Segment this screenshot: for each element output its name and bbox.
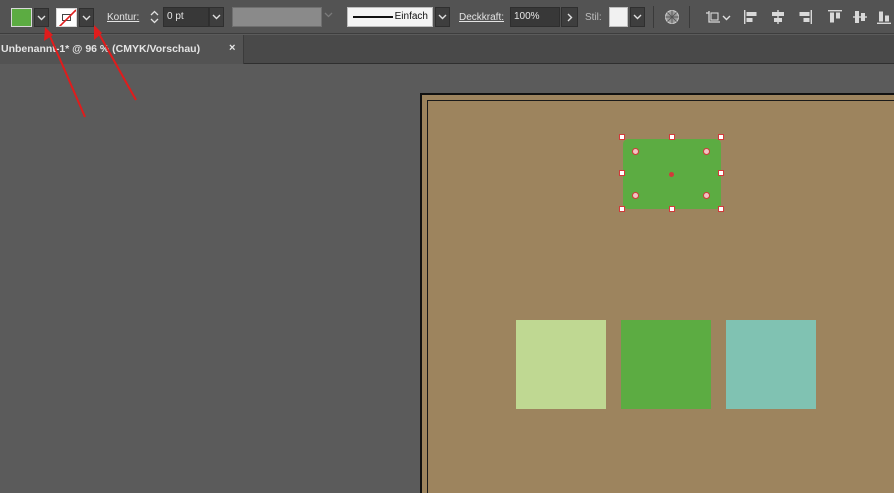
opacity-label[interactable]: Deckkraft: bbox=[459, 12, 504, 23]
align-right-icon[interactable] bbox=[795, 7, 815, 27]
live-corner-widget[interactable] bbox=[703, 192, 710, 199]
chevron-down-icon bbox=[37, 15, 46, 20]
stroke-label[interactable]: Kontur: bbox=[107, 12, 139, 23]
stroke-line-preview bbox=[353, 16, 393, 18]
chevron-up-icon[interactable] bbox=[150, 10, 159, 16]
chevron-down-icon bbox=[633, 14, 642, 20]
align-left-icon[interactable] bbox=[741, 7, 761, 27]
graphic-style-dropdown[interactable] bbox=[630, 7, 645, 27]
document-tab[interactable]: Unbenannt-1* @ 96 % (CMYK/Vorschau) × bbox=[0, 35, 244, 64]
opacity-input[interactable]: 100% bbox=[510, 7, 560, 27]
chevron-down-icon bbox=[438, 14, 447, 20]
chevron-down-icon[interactable] bbox=[324, 12, 333, 18]
opacity-slider-button[interactable] bbox=[561, 7, 578, 27]
canvas-area[interactable] bbox=[0, 65, 894, 493]
document-tab-bar: Unbenannt-1* @ 96 % (CMYK/Vorschau) × bbox=[0, 35, 894, 64]
align-horizontal-center-icon[interactable] bbox=[768, 7, 788, 27]
selection-handle[interactable] bbox=[669, 206, 675, 212]
chevron-down-icon bbox=[212, 14, 221, 20]
transform-dropdown[interactable] bbox=[719, 8, 734, 27]
variable-width-profile[interactable] bbox=[232, 7, 322, 27]
toolbar-separator bbox=[653, 6, 654, 28]
stroke-weight-input[interactable]: 0 pt bbox=[163, 7, 209, 27]
selection-handle[interactable] bbox=[718, 170, 724, 176]
green-square[interactable] bbox=[621, 320, 711, 409]
light-green-square[interactable] bbox=[516, 320, 606, 409]
stroke-style-label: Einfach bbox=[394, 11, 428, 22]
teal-square[interactable] bbox=[726, 320, 816, 409]
live-corner-widget[interactable] bbox=[632, 192, 639, 199]
brush-definition-field[interactable]: Einfach bbox=[347, 7, 433, 27]
live-corner-widget[interactable] bbox=[703, 148, 710, 155]
stroke-weight-stepper[interactable] bbox=[147, 7, 162, 27]
close-tab-icon[interactable]: × bbox=[229, 42, 235, 54]
brush-dropdown[interactable] bbox=[435, 7, 450, 27]
selection-handle[interactable] bbox=[619, 170, 625, 176]
chevron-down-icon[interactable] bbox=[150, 18, 159, 24]
align-vertical-center-icon[interactable] bbox=[850, 7, 870, 27]
document-tab-title: Unbenannt-1* @ 96 % (CMYK/Vorschau) bbox=[1, 43, 201, 55]
selection-handle[interactable] bbox=[619, 206, 625, 212]
stroke-dropdown-button[interactable] bbox=[79, 8, 94, 27]
style-label: Stil: bbox=[585, 12, 602, 23]
selection-handle[interactable] bbox=[718, 206, 724, 212]
recolor-artwork-icon[interactable] bbox=[662, 7, 682, 27]
stroke-color-swatch[interactable] bbox=[56, 8, 77, 27]
chevron-down-icon bbox=[82, 15, 91, 20]
selection-handle[interactable] bbox=[669, 134, 675, 140]
live-corner-widget[interactable] bbox=[632, 148, 639, 155]
control-bar: Kontur: 0 pt Einfach Deckkraft: 100% Sti… bbox=[0, 0, 894, 34]
none-slash-icon bbox=[58, 9, 76, 26]
center-point bbox=[669, 172, 674, 177]
graphic-style-swatch[interactable] bbox=[609, 7, 628, 27]
selection-handle[interactable] bbox=[718, 134, 724, 140]
fill-color-swatch[interactable] bbox=[11, 8, 32, 27]
fill-dropdown-button[interactable] bbox=[34, 8, 49, 27]
selection-handle[interactable] bbox=[619, 134, 625, 140]
align-top-icon[interactable] bbox=[825, 7, 845, 27]
stroke-weight-dropdown[interactable] bbox=[209, 7, 224, 27]
chevron-right-icon bbox=[567, 13, 572, 21]
chevron-down-icon bbox=[722, 15, 731, 20]
toolbar-separator bbox=[689, 6, 690, 28]
align-bottom-icon[interactable] bbox=[874, 7, 894, 27]
